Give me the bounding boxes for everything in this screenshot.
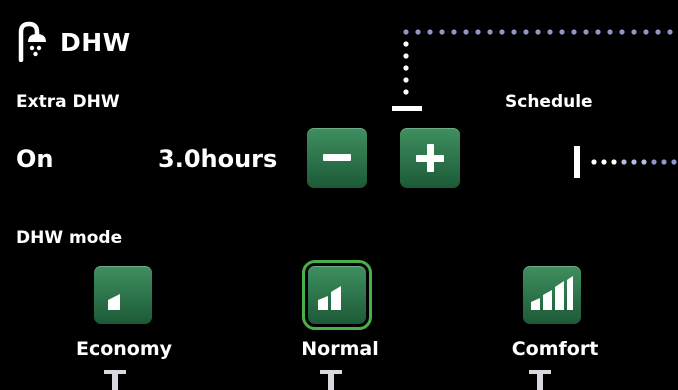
increase-button[interactable] (400, 128, 460, 188)
extra-dhw-label: Extra DHW (16, 92, 120, 112)
minus-icon (323, 154, 351, 161)
extra-dhw-state: On (16, 145, 54, 173)
extra-dhw-duration: 3.0hours (158, 145, 278, 173)
economy-connector (104, 370, 126, 390)
dotted-connector-lines (392, 29, 677, 178)
level-1-icon (108, 294, 120, 310)
mode-normal-button[interactable] (302, 260, 372, 330)
comfort-connector (529, 370, 551, 390)
normal-connector (320, 370, 342, 390)
dhw-mode-label: DHW mode (16, 228, 123, 248)
mode-comfort-label: Comfort (511, 338, 599, 360)
mode-economy-button[interactable] (94, 266, 152, 324)
mode-economy-label: Economy (75, 338, 173, 360)
decrease-button[interactable] (307, 128, 367, 188)
schedule-label[interactable]: Schedule (505, 92, 593, 112)
level-2-icon (318, 286, 341, 310)
level-3-icon (531, 276, 573, 310)
mode-comfort-button[interactable] (523, 266, 581, 324)
mode-normal-label: Normal (301, 338, 379, 360)
